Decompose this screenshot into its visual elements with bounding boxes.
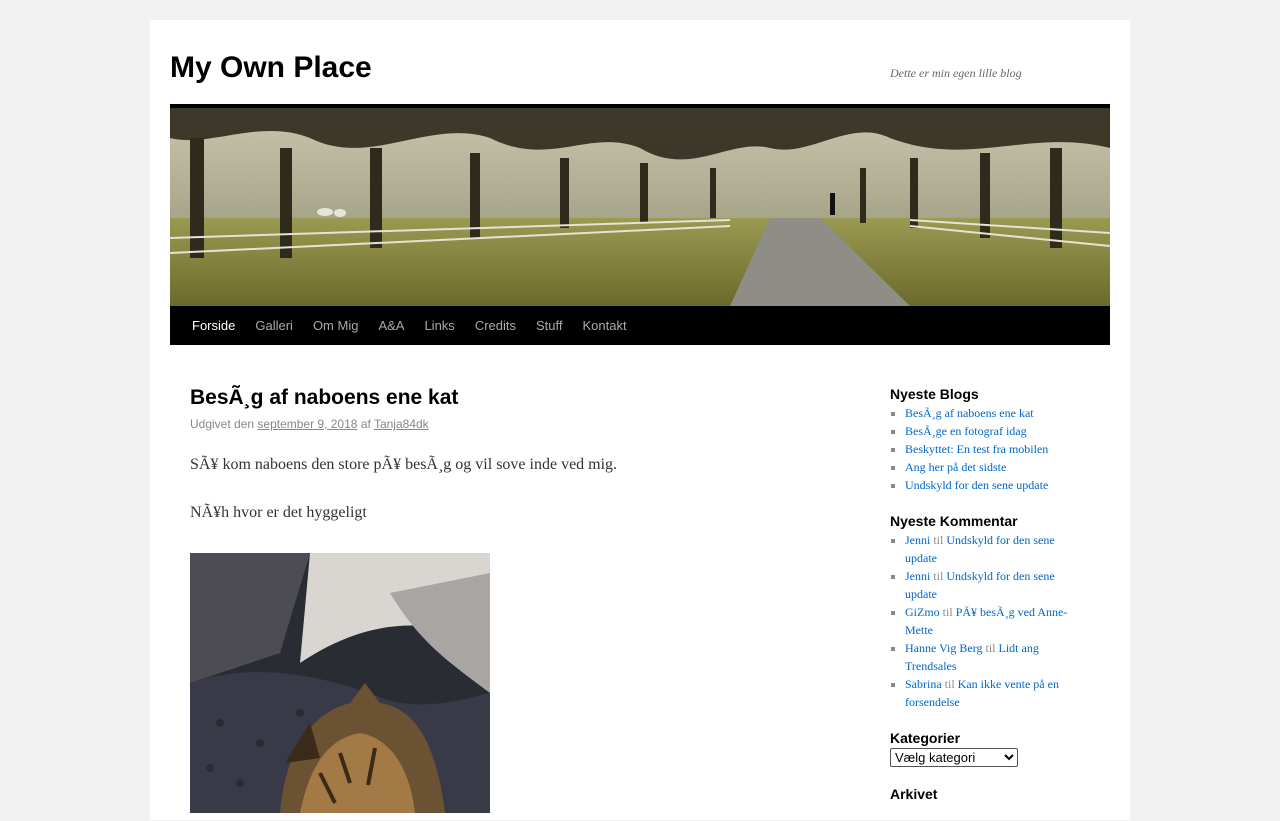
list-item: Beskyttet: En test fra mobilen: [905, 440, 1080, 458]
page-wrapper: My Own Place Dette er min egen lille blo…: [150, 20, 1130, 820]
comment-author-link[interactable]: Sabrina: [905, 677, 942, 691]
nav-item-om-mig[interactable]: Om Mig: [303, 306, 369, 345]
recent-post-link[interactable]: Ang her på det sidste: [905, 460, 1006, 474]
post-author-link[interactable]: Tanja84dk: [374, 417, 429, 431]
comment-author-link[interactable]: Jenni: [905, 533, 930, 547]
recent-post-link[interactable]: Beskyttet: En test fra mobilen: [905, 442, 1048, 456]
list-item: GiZmo til PÃ¥ besÃ¸g ved Anne-Mette: [905, 603, 1080, 639]
post-meta: Udgivet den september 9, 2018 af Tanja84…: [190, 417, 810, 431]
post-meta-prefix: Udgivet den: [190, 417, 255, 431]
recent-comments-title: Nyeste Kommentar: [890, 513, 1018, 529]
category-select[interactable]: Vælg kategori: [890, 748, 1018, 767]
comment-author-link[interactable]: GiZmo: [905, 605, 940, 619]
list-item: Undskyld for den sene update: [905, 476, 1080, 494]
comment-author-link[interactable]: Jenni: [905, 569, 930, 583]
recent-posts-title: Nyeste Blogs: [890, 386, 979, 402]
comment-connector: til: [944, 677, 955, 691]
list-item: BesÃ¸ge en fotograf idag: [905, 422, 1080, 440]
recent-post-link[interactable]: BesÃ¸ge en fotograf idag: [905, 424, 1027, 438]
list-item: Sabrina til Kan ikke vente på en forsend…: [905, 675, 1080, 711]
archive-widget: Arkivet: [890, 785, 1080, 803]
post-paragraph: SÃ¥ kom naboens den store pÃ¥ besÃ¸g og …: [190, 456, 618, 473]
site-description: Dette er min egen lille blog: [890, 66, 1022, 80]
post-date-link[interactable]: september 9, 2018: [257, 417, 357, 431]
cat-photo[interactable]: [190, 553, 490, 813]
main-navigation: Forside Galleri Om Mig A&A Links Credits…: [170, 306, 1110, 345]
post-meta-by: af: [360, 417, 371, 431]
recent-post-link[interactable]: Undskyld for den sene update: [905, 478, 1048, 492]
archive-title: Arkivet: [890, 786, 938, 802]
comment-connector: til: [985, 641, 996, 655]
nav-item-a-og-a[interactable]: A&A: [368, 306, 414, 345]
list-item: Hanne Vig Berg til Lidt ang Trendsales: [905, 639, 1080, 675]
nav-item-credits[interactable]: Credits: [465, 306, 526, 345]
list-item: Jenni til Undskyld for den sene update: [905, 531, 1080, 567]
comment-author-link[interactable]: Hanne Vig Berg: [905, 641, 983, 655]
categories-widget: Kategorier Vælg kategori: [890, 729, 1080, 767]
list-item: BesÃ¸g af naboens ene kat: [905, 404, 1080, 422]
nav-item-kontakt[interactable]: Kontakt: [573, 306, 637, 345]
nav-item-stuff[interactable]: Stuff: [526, 306, 573, 345]
comment-connector: til: [933, 569, 944, 583]
sidebar: Nyeste Blogs BesÃ¸g af naboens ene kat B…: [890, 385, 1080, 821]
post-paragraph: NÃ¥h hvor er det hyggeligt: [190, 504, 367, 521]
site-title[interactable]: My Own Place: [170, 49, 372, 87]
header-image: [170, 108, 1110, 306]
list-item: Ang her på det sidste: [905, 458, 1080, 476]
recent-comments-widget: Nyeste Kommentar Jenni til Undskyld for …: [890, 512, 1080, 711]
post-content: BesÃ¸g af naboens ene kat Udgivet den se…: [190, 382, 810, 813]
post-title[interactable]: BesÃ¸g af naboens ene kat: [190, 382, 810, 414]
nav-item-links[interactable]: Links: [414, 306, 464, 345]
nav-item-forside[interactable]: Forside: [182, 306, 245, 345]
comment-connector: til: [942, 605, 953, 619]
nav-item-galleri[interactable]: Galleri: [245, 306, 303, 345]
categories-title: Kategorier: [890, 730, 961, 746]
comment-connector: til: [933, 533, 944, 547]
recent-post-link[interactable]: BesÃ¸g af naboens ene kat: [905, 406, 1034, 420]
list-item: Jenni til Undskyld for den sene update: [905, 567, 1080, 603]
recent-posts-widget: Nyeste Blogs BesÃ¸g af naboens ene kat B…: [890, 385, 1080, 494]
